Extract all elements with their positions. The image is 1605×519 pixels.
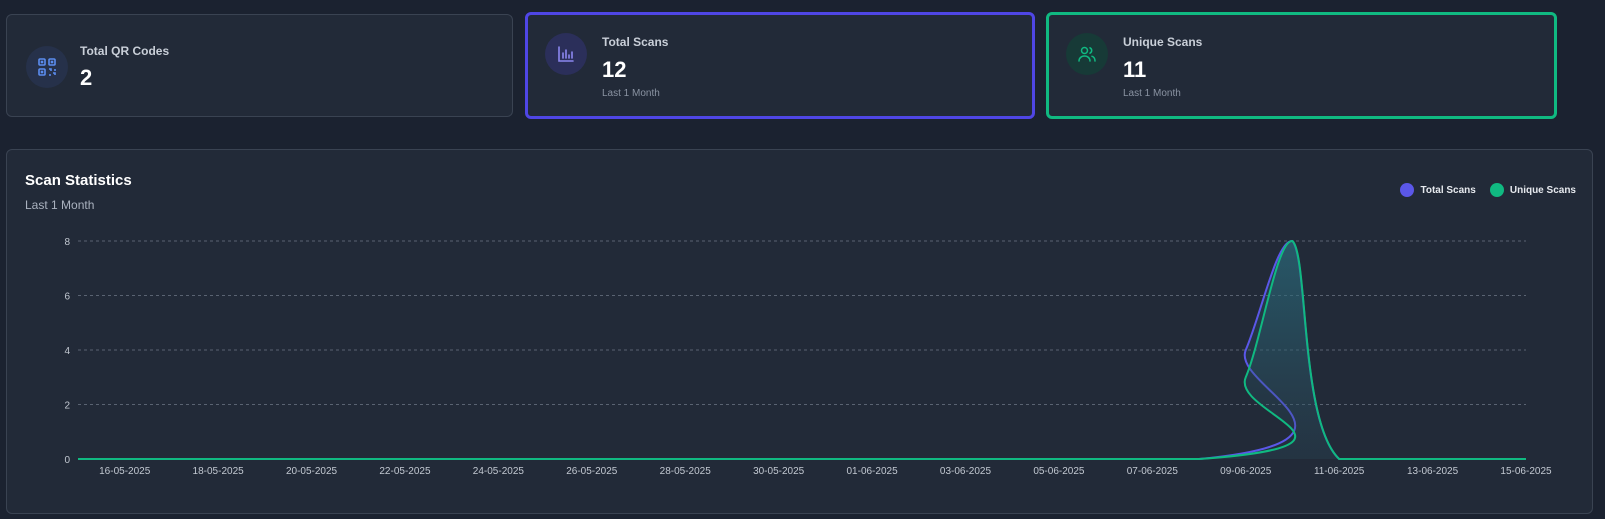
y-tick-label: 4 (64, 346, 70, 357)
stat-period: Last 1 Month (602, 88, 660, 99)
x-tick-label: 18-05-2025 (193, 466, 245, 477)
x-tick-label: 24-05-2025 (473, 466, 525, 477)
stat-label: Total QR Codes (80, 44, 170, 58)
stat-label: Total Scans (602, 35, 669, 49)
users-icon (1066, 33, 1108, 75)
scan-chart: 0 2 4 6 8 16-05-2025 18-05-2025 20-05-2025 22-05… (64, 237, 1552, 477)
bar-chart-icon (545, 33, 587, 75)
x-tick-label: 05-06-2025 (1033, 466, 1085, 477)
x-tick-label: 20-05-2025 (286, 466, 338, 477)
stat-value: 2 (80, 65, 93, 90)
x-tick-label: 15-06-2025 (1500, 466, 1552, 477)
stat-label: Unique Scans (1123, 35, 1203, 49)
y-tick-label: 0 (64, 455, 70, 466)
x-tick-label: 09-06-2025 (1220, 466, 1272, 477)
scan-statistics-card: Scan Statistics Last 1 Month Total Scans… (6, 149, 1593, 514)
unique-scans-card: Unique Scans 11 Last 1 Month (1046, 12, 1557, 119)
x-tick-label: 26-05-2025 (566, 466, 618, 477)
qr-code-icon (26, 46, 68, 88)
x-tick-label: 30-05-2025 (753, 466, 805, 477)
x-tick-label: 28-05-2025 (660, 466, 712, 477)
y-tick-label: 6 (64, 292, 70, 303)
stat-value: 11 (1123, 57, 1147, 82)
x-tick-label: 11-06-2025 (1314, 466, 1365, 477)
stat-value: 12 (602, 57, 627, 82)
y-tick-label: 8 (64, 237, 70, 248)
x-tick-label: 01-06-2025 (846, 466, 898, 477)
x-tick-label: 22-05-2025 (379, 466, 431, 477)
total-scans-card: Total Scans 12 Last 1 Month (525, 12, 1035, 119)
x-tick-label: 16-05-2025 (99, 466, 151, 477)
x-tick-label: 03-06-2025 (940, 466, 992, 477)
total-qr-codes-card: Total QR Codes 2 (6, 14, 513, 117)
x-tick-label: 07-06-2025 (1127, 466, 1179, 477)
stat-period: Last 1 Month (1123, 88, 1181, 99)
y-tick-label: 2 (64, 401, 70, 412)
x-tick-label: 13-06-2025 (1407, 466, 1459, 477)
